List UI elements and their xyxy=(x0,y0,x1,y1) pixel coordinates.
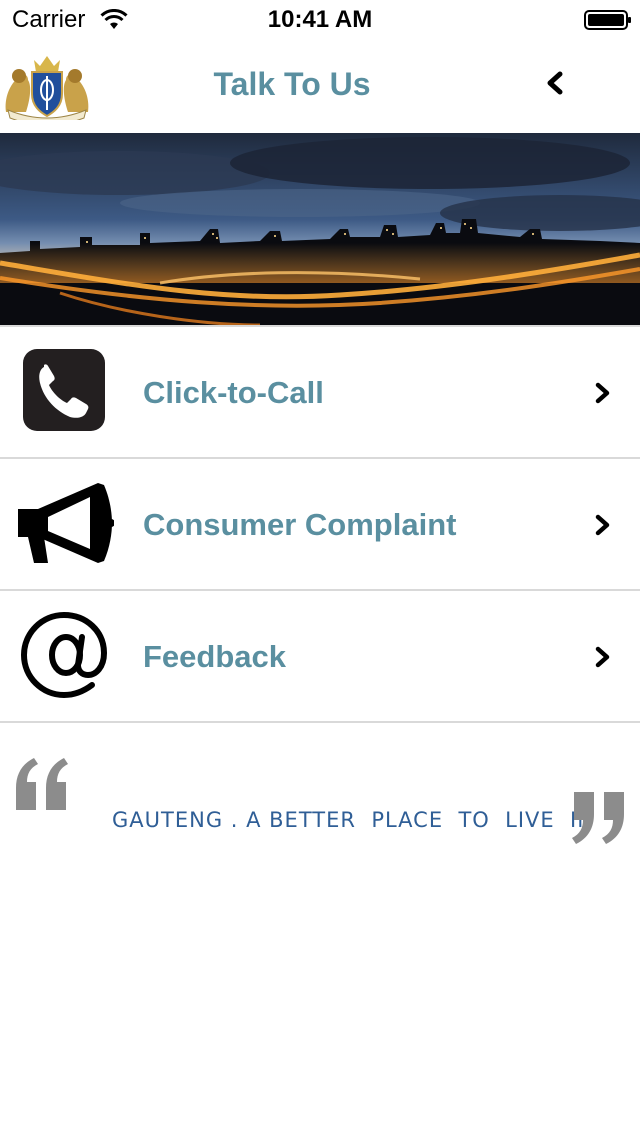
chevron-right-icon xyxy=(592,381,614,405)
status-bar: Carrier 10:41 AM xyxy=(0,0,640,40)
status-time: 10:41 AM xyxy=(267,6,373,33)
open-quote-icon xyxy=(14,752,70,816)
list-item-consumer-complaint[interactable]: Consumer Complaint xyxy=(0,457,640,589)
navigation-bar: Talk To Us xyxy=(0,40,640,132)
list-item-label: Feedback xyxy=(143,639,287,674)
city-banner-image xyxy=(0,133,640,325)
list-item-label: Click-to-Call xyxy=(143,375,324,410)
battery-icon xyxy=(584,10,631,30)
back-button[interactable] xyxy=(540,66,574,100)
close-quote-icon xyxy=(570,786,628,850)
list-item-click-to-call[interactable]: Click-to-Call xyxy=(0,325,640,457)
list-item-label: Consumer Complaint xyxy=(143,507,457,542)
contact-options-list: Click-to-Call Consumer Complaint Feedbac… xyxy=(0,325,640,723)
page-title: Talk To Us xyxy=(213,66,371,102)
chevron-left-icon xyxy=(540,71,574,104)
list-item-feedback[interactable]: Feedback xyxy=(0,589,640,723)
chevron-right-icon xyxy=(592,513,614,537)
chevron-right-icon xyxy=(592,645,614,669)
slogan-text: GAUTENG . A BETTER PLACE TO LIVE IN xyxy=(112,808,594,832)
phone-icon xyxy=(14,347,114,437)
at-sign-icon xyxy=(14,611,114,701)
megaphone-icon xyxy=(14,479,115,569)
